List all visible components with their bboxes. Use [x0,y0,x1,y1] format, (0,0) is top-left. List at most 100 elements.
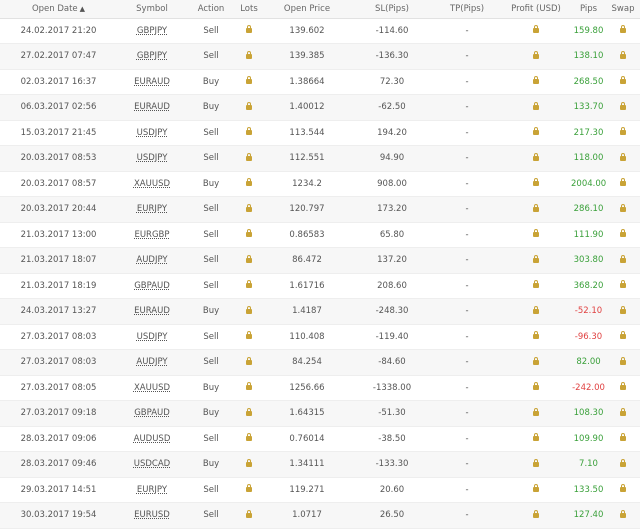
lock-icon[interactable] [533,152,539,161]
col-action[interactable]: Action [187,0,235,19]
lock-icon[interactable] [620,331,626,340]
lock-icon[interactable] [246,254,252,263]
symbol-link[interactable]: AUDJPY [136,255,167,265]
col-sl[interactable]: SL(Pips) [351,0,433,19]
lock-icon[interactable] [620,407,626,416]
lock-icon[interactable] [533,229,539,238]
col-tp[interactable]: TP(Pips) [433,0,501,19]
lock-icon[interactable] [620,152,626,161]
symbol-link[interactable]: XAUUSD [134,179,170,189]
lock-icon[interactable] [620,433,626,442]
symbol-link[interactable]: USDCAD [134,459,170,469]
lock-icon[interactable] [620,76,626,85]
lock-icon[interactable] [533,458,539,467]
lock-icon[interactable] [246,356,252,365]
col-pips[interactable]: Pips [571,0,606,19]
lock-icon[interactable] [620,382,626,391]
col-profit[interactable]: Profit (USD) [501,0,571,19]
symbol-link[interactable]: AUDJPY [136,357,167,367]
lock-icon[interactable] [246,229,252,238]
lock-icon[interactable] [620,178,626,187]
lock-icon[interactable] [246,382,252,391]
cell-pips: 109.90 [571,426,606,452]
cell-sl: 194.20 [351,120,433,146]
cell-symbol: USDJPY [117,324,187,350]
lock-icon[interactable] [246,25,252,34]
lock-icon[interactable] [620,356,626,365]
lock-icon[interactable] [533,331,539,340]
cell-tp: - [433,120,501,146]
lock-icon[interactable] [620,50,626,59]
lock-icon[interactable] [533,203,539,212]
cell-profit [501,94,571,121]
lock-icon[interactable] [246,509,252,518]
lock-icon[interactable] [246,331,252,340]
symbol-link[interactable]: EURJPY [137,485,167,495]
lock-icon[interactable] [533,509,539,518]
symbol-link[interactable]: EURAUD [134,306,170,316]
lock-icon[interactable] [620,229,626,238]
lock-icon[interactable] [533,178,539,187]
lock-icon[interactable] [620,280,626,289]
lock-icon[interactable] [533,254,539,263]
symbol-link[interactable]: EURUSD [134,510,170,520]
cell-sl: 94.90 [351,145,433,172]
lock-icon[interactable] [246,101,252,110]
symbol-link[interactable]: XAUUSD [134,383,170,393]
lock-icon[interactable] [246,203,252,212]
lock-icon[interactable] [620,458,626,467]
lock-icon[interactable] [620,509,626,518]
col-open-price[interactable]: Open Price [263,0,351,19]
lock-icon[interactable] [620,25,626,34]
lock-icon[interactable] [246,152,252,161]
symbol-link[interactable]: USDJPY [137,332,168,342]
lock-icon[interactable] [246,458,252,467]
col-open-date[interactable]: Open Date ▲ [0,0,117,19]
symbol-link[interactable]: AUDUSD [134,434,171,444]
lock-icon[interactable] [620,484,626,493]
lock-icon[interactable] [533,382,539,391]
lock-icon[interactable] [246,50,252,59]
symbol-link[interactable]: EURJPY [137,204,167,214]
lock-icon[interactable] [246,280,252,289]
lock-icon[interactable] [620,254,626,263]
symbol-link[interactable]: GBPJPY [137,51,167,61]
cell-pips: 217.30 [571,120,606,146]
lock-icon[interactable] [533,50,539,59]
symbol-link[interactable]: GBPJPY [137,26,167,36]
lock-icon[interactable] [246,407,252,416]
lock-icon[interactable] [533,433,539,442]
lock-icon[interactable] [246,484,252,493]
symbol-link[interactable]: EURGBP [134,230,169,240]
lock-icon[interactable] [533,25,539,34]
symbol-link[interactable]: EURAUD [134,102,170,112]
lock-icon[interactable] [620,203,626,212]
lock-icon[interactable] [533,484,539,493]
cell-open-date: 27.03.2017 08:03 [0,324,117,350]
lock-icon[interactable] [246,76,252,85]
symbol-link[interactable]: GBPAUD [134,408,170,418]
lock-icon[interactable] [533,356,539,365]
symbol-link[interactable]: EURAUD [134,77,170,87]
cell-swap [606,120,640,146]
lock-icon[interactable] [533,127,539,136]
col-swap[interactable]: Swap [606,0,640,19]
lock-icon[interactable] [533,101,539,110]
lock-icon[interactable] [533,76,539,85]
lock-icon[interactable] [246,305,252,314]
lock-icon[interactable] [620,305,626,314]
lock-icon[interactable] [246,127,252,136]
lock-icon[interactable] [246,433,252,442]
symbol-link[interactable]: USDJPY [137,153,168,163]
symbol-link[interactable]: GBPAUD [134,281,170,291]
lock-icon[interactable] [533,305,539,314]
symbol-link[interactable]: USDJPY [137,128,168,138]
col-lots[interactable]: Lots [235,0,263,19]
lock-icon[interactable] [620,101,626,110]
lock-icon[interactable] [533,407,539,416]
col-symbol[interactable]: Symbol [117,0,187,19]
lock-icon[interactable] [620,127,626,136]
lock-icon[interactable] [533,280,539,289]
cell-open-price: 1256.66 [263,375,351,401]
lock-icon[interactable] [246,178,252,187]
